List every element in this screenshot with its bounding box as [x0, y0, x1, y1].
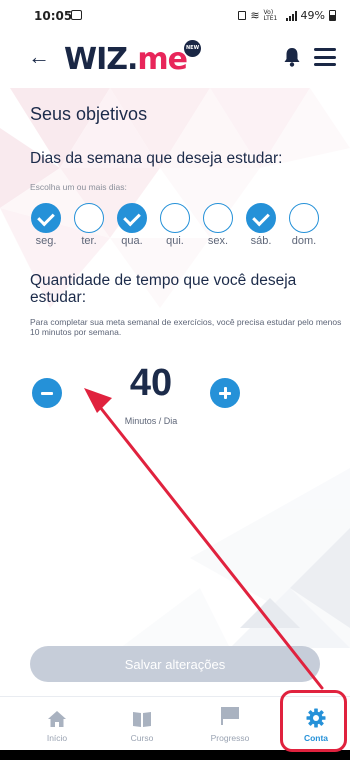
network-label: Vo) LTE1 [263, 8, 278, 22]
minutes-value: 40 [129, 362, 173, 404]
alarm-icon [238, 11, 247, 20]
day-qua[interactable]: qua. [115, 203, 149, 247]
days-heading: Dias da semana que deseja estudar: [30, 150, 283, 167]
days-hint: Escolha um ou mais dias: [30, 182, 127, 192]
nav-item-conta[interactable]: Conta [281, 697, 350, 751]
nav-item-curso[interactable]: Curso [107, 697, 177, 751]
increase-minutes-button[interactable] [210, 378, 240, 408]
signal-icon [285, 10, 297, 21]
checkbox-empty-icon [74, 203, 104, 233]
arrow-left-icon[interactable]: ← [28, 44, 50, 70]
day-dom[interactable]: dom. [287, 203, 321, 247]
day-label: sáb. [250, 235, 272, 247]
battery-icon [329, 10, 336, 21]
day-qui[interactable]: qui. [158, 203, 192, 247]
logo-text-wiz: WIZ [64, 42, 128, 77]
app-header: ← WIZ.me NEW [0, 32, 350, 88]
checkbox-checked-icon [246, 203, 276, 233]
hamburger-menu-icon[interactable] [314, 48, 336, 66]
minutes-stepper: 40 Minutos / Dia [32, 360, 252, 430]
decrease-minutes-button[interactable] [32, 378, 62, 408]
save-changes-button[interactable]: Salvar alterações [30, 646, 320, 682]
home-icon [48, 711, 66, 727]
checkbox-empty-icon [289, 203, 319, 233]
day-label: ter. [81, 235, 97, 247]
day-label: sex. [207, 235, 229, 247]
day-ter[interactable]: ter. [72, 203, 106, 247]
gear-icon [306, 708, 326, 728]
status-right: ≋ Vo) LTE1 49% [238, 9, 336, 22]
time-heading: Quantidade de tempo que você deseja estu… [30, 272, 297, 306]
checkbox-checked-icon [117, 203, 147, 233]
day-label: seg. [35, 235, 57, 247]
day-sex[interactable]: sex. [201, 203, 235, 247]
wifi-icon: ≋ [250, 9, 260, 22]
checkbox-empty-icon [203, 203, 233, 233]
minus-icon [41, 391, 53, 395]
book-icon [133, 712, 151, 727]
nav-item-progresso[interactable]: Progresso [195, 697, 265, 751]
image-notification-icon [71, 10, 82, 20]
nav-label: Curso [130, 733, 154, 743]
status-time: 10:05 [34, 9, 73, 23]
bell-icon[interactable] [283, 46, 301, 68]
flag-icon [221, 707, 239, 725]
time-hint: Para completar sua meta semanal de exerc… [30, 317, 342, 337]
logo-dot: . [127, 42, 138, 77]
wizme-logo: WIZ.me NEW [64, 40, 202, 77]
goals-content: Seus objetivos Dias da semana que deseja… [0, 88, 350, 696]
nav-item-inicio[interactable]: Início [22, 697, 92, 751]
page-title: Seus objetivos [30, 104, 148, 124]
minutes-unit: Minutos / Dia [124, 416, 178, 426]
day-label: qui. [166, 235, 184, 247]
nav-label: Progresso [210, 733, 250, 743]
bottom-navigation: Início Curso Progresso Conta [0, 696, 350, 750]
system-gesture-bar [0, 750, 350, 760]
day-label: dom. [291, 235, 317, 247]
logo-text-me: me [137, 42, 188, 77]
day-sab[interactable]: sáb. [244, 203, 278, 247]
nav-label: Conta [303, 733, 329, 743]
day-label: qua. [121, 235, 143, 247]
checkbox-empty-icon [160, 203, 190, 233]
weekday-selector: seg. ter. qua. qui. sex. sáb. dom. [29, 203, 329, 249]
battery-percent: 49% [300, 9, 325, 22]
nav-label: Início [46, 733, 68, 743]
checkbox-checked-icon [31, 203, 61, 233]
logo-new-badge: NEW [184, 40, 202, 57]
day-seg[interactable]: seg. [29, 203, 63, 247]
status-bar: 10:05 ≋ Vo) LTE1 49% [0, 0, 350, 32]
